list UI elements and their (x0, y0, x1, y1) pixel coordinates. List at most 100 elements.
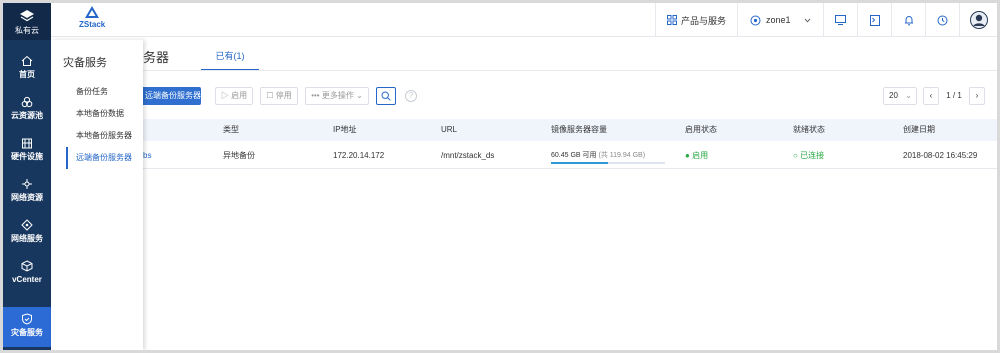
sidebar-item-network-service[interactable]: 网络服务 (3, 213, 51, 251)
monitor-icon (835, 15, 846, 25)
chevron-down-icon: ⌄ (905, 91, 912, 100)
zone-select[interactable]: zone1 (737, 3, 823, 37)
sidebar-item-hardware[interactable]: 硬件设施 (3, 131, 51, 169)
sidebar-item-label: 首页 (19, 70, 35, 79)
hardware-icon (22, 138, 32, 149)
capacity-total: (共 119.94 GB) (598, 152, 646, 159)
submenu-item-backup-jobs[interactable]: 备份任务 (66, 81, 143, 103)
server-name-link[interactable]: bs (143, 143, 151, 169)
table-row[interactable]: bs 异地备份 172.20.14.172 /mnt/zstack_ds 60.… (143, 143, 997, 169)
console-button[interactable] (857, 3, 891, 37)
sidebar-item-home[interactable]: 首页 (3, 49, 51, 87)
submenu-item-local-backup-server[interactable]: 本地备份服务器 (66, 125, 143, 147)
help-icon[interactable]: ? (405, 90, 417, 102)
more-actions-dropdown[interactable]: ••• 更多操作 ⌄ (305, 87, 369, 105)
submenu-item-remote-backup-server[interactable]: 远端备份服务器 (66, 147, 143, 169)
sidebar-item-label: 云资源池 (11, 111, 43, 120)
search-icon (381, 91, 391, 101)
zone-icon (750, 15, 761, 25)
ip-cell: 172.20.14.172 (333, 151, 385, 160)
disable-label: 停用 (275, 91, 292, 100)
add-remote-backup-server-button[interactable]: 远端备份服务器 (143, 87, 201, 105)
more-label: 更多操作 (321, 91, 354, 100)
topbar: ZStack 产品与服务 zone1 (51, 3, 997, 37)
enable-button[interactable]: ▷ 启用 (215, 87, 253, 105)
chevron-down-icon (804, 18, 811, 23)
app-window: 私有云 首页 云资源池 硬件设施 网络资源 网络服务 vCenter 灾备服务 … (3, 3, 997, 350)
products-label: 产品与服务 (680, 15, 726, 26)
ready-state-label: 已连接 (800, 151, 825, 160)
disaster-recovery-icon (22, 313, 32, 325)
ready-state-cell: ○ 已连接 (793, 143, 824, 169)
grid-icon (666, 15, 677, 25)
monitor-button[interactable] (823, 3, 857, 37)
column-header-ip: IP地址 (333, 125, 357, 134)
sidebar-item-label: 网络资源 (11, 193, 43, 202)
column-header-enable-state: 启用状态 (685, 125, 717, 134)
play-icon: ▷ (220, 91, 229, 100)
sidebar-item-cloud-pool[interactable]: 云资源池 (3, 90, 51, 128)
page-size-select[interactable]: 20 ⌄ (883, 87, 917, 105)
main-content: 务器 已有(1) 远端备份服务器 ▷ 启用 ☐ 停用 ••• 更多操作 ⌄ ? … (143, 37, 997, 350)
page-indicator: 1 / 1 (946, 91, 962, 100)
chevron-left-icon: ‹ (929, 91, 933, 100)
capacity-bar-fill (551, 162, 608, 164)
type-cell: 异地备份 (223, 151, 255, 160)
submenu-title: 灾备服务 (63, 57, 107, 69)
capacity-cell: 60.45 GB 可用 (共 119.94 GB) (551, 143, 665, 169)
enabled-dot-icon: ● (685, 151, 690, 160)
capacity-bar (551, 162, 665, 164)
column-header-url: URL (441, 125, 458, 134)
zstack-logo-icon (85, 6, 100, 18)
console-icon (869, 14, 880, 26)
products-menu[interactable]: 产品与服务 (655, 3, 737, 37)
sidebar-item-network-resource[interactable]: 网络资源 (3, 172, 51, 210)
table-header: 类型 IP地址 URL 镜像服务器容量 启用状态 就绪状态 创建日期 (143, 119, 997, 141)
search-button[interactable] (376, 87, 396, 105)
page-size-value: 20 (889, 91, 898, 100)
column-header-capacity: 镜像服务器容量 (551, 125, 607, 134)
sidebar-item-label: vCenter (12, 275, 42, 284)
submenu-item-local-backup-data[interactable]: 本地备份数据 (66, 103, 143, 125)
url-cell: /mnt/zstack_ds (441, 151, 495, 160)
column-header-created: 创建日期 (903, 125, 935, 134)
user-avatar[interactable] (959, 3, 997, 37)
bell-icon (904, 15, 913, 25)
sidebar-item-disaster-recovery[interactable]: 灾备服务 (3, 307, 51, 347)
stop-icon: ☐ (266, 91, 274, 100)
sidebar-item-label: 硬件设施 (11, 152, 43, 161)
enable-state-cell: ● 启用 (685, 143, 708, 169)
history-icon (937, 15, 948, 25)
prev-page-button[interactable]: ‹ (923, 87, 939, 105)
disable-button[interactable]: ☐ 停用 (260, 87, 298, 105)
avatar-icon (969, 11, 988, 29)
next-page-button[interactable]: › (969, 87, 985, 105)
chevron-right-icon: › (975, 91, 979, 100)
connected-ring-icon: ○ (793, 151, 798, 160)
tab-existing[interactable]: 已有(1) (201, 45, 259, 71)
history-button[interactable] (925, 3, 959, 37)
sidebar-item-label: 灾备服务 (11, 328, 43, 337)
tab-divider (143, 70, 997, 71)
home-icon (21, 55, 33, 66)
column-header-ready-state: 就绪状态 (793, 125, 825, 134)
sidebar: 私有云 首页 云资源池 硬件设施 网络资源 网络服务 vCenter 灾备服务 (3, 3, 51, 350)
vcenter-icon (21, 260, 33, 272)
brand[interactable]: 私有云 (3, 3, 51, 40)
created-cell: 2018-08-02 16:45:29 (903, 151, 978, 160)
network-service-icon (21, 219, 33, 231)
notification-button[interactable] (891, 3, 925, 37)
sidebar-item-vcenter[interactable]: vCenter (3, 254, 51, 292)
zone-label: zone1 (766, 15, 791, 25)
capacity-available: 60.45 GB 可用 (551, 152, 597, 159)
zstack-logo[interactable]: ZStack (79, 6, 105, 29)
logo-text: ZStack (79, 20, 106, 29)
chevron-down-icon: ⌄ (356, 91, 363, 100)
brand-label: 私有云 (15, 26, 39, 35)
cloud-pool-icon (21, 96, 33, 108)
enable-label: 启用 (231, 91, 248, 100)
more-icon: ••• (311, 91, 320, 100)
enable-state-label: 启用 (692, 151, 709, 160)
network-resource-icon (22, 179, 32, 189)
submenu-panel: 灾备服务 备份任务 本地备份数据 本地备份服务器 远端备份服务器 (51, 40, 143, 350)
